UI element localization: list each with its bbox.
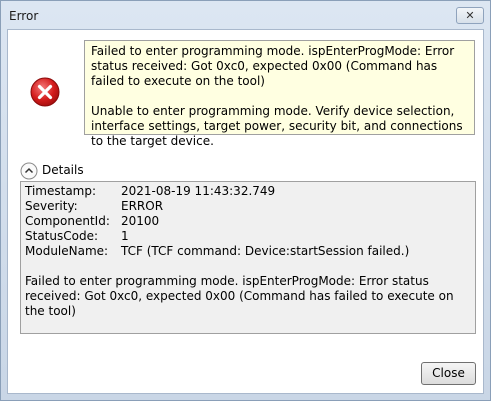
chevron-up-icon[interactable] xyxy=(20,162,38,180)
detail-message: Failed to enter programming mode. ispEnt… xyxy=(25,274,454,318)
title-bar: Error ✕ xyxy=(1,1,490,31)
detail-row-severity: Severity: ERROR xyxy=(25,199,471,214)
detail-key: Timestamp: xyxy=(25,184,97,198)
window-title: Error xyxy=(9,9,39,23)
close-button[interactable]: Close xyxy=(421,362,476,385)
detail-key: Severity: xyxy=(25,199,78,213)
detail-key: ModuleName: xyxy=(25,244,109,258)
error-message-box: Failed to enter programming mode. ispEnt… xyxy=(84,40,475,148)
detail-value: TCF (TCF command: Device:startSession fa… xyxy=(121,244,410,258)
detail-row-timestamp: Timestamp: 2021-08-19 11:43:32.749 xyxy=(25,184,471,199)
detail-value: ERROR xyxy=(121,199,164,213)
detail-row-statuscode: StatusCode: 1 xyxy=(25,229,471,244)
detail-row-componentid: ComponentId: 20100 xyxy=(25,214,471,229)
details-label[interactable]: Details xyxy=(42,163,84,177)
details-panel: Timestamp: 2021-08-19 11:43:32.749 Sever… xyxy=(20,181,476,334)
detail-value: 1 xyxy=(121,229,129,243)
detail-value: 20100 xyxy=(121,214,160,228)
error-icon xyxy=(30,77,60,107)
dialog-content: Failed to enter programming mode. ispEnt… xyxy=(7,29,484,394)
detail-row-modulename: ModuleName: TCF (TCF command: Device:sta… xyxy=(25,244,471,259)
close-icon: ✕ xyxy=(465,9,475,22)
error-dialog: Error ✕ Failed to enter programming mode… xyxy=(0,0,491,401)
detail-key: ComponentId: xyxy=(25,214,110,228)
detail-key: StatusCode: xyxy=(25,229,99,243)
error-message-primary: Failed to enter programming mode. ispEnt… xyxy=(91,44,455,88)
error-message-secondary: Unable to enter programming mode. Verify… xyxy=(91,104,463,148)
detail-value: 2021-08-19 11:43:32.749 xyxy=(121,184,276,198)
window-close-button[interactable]: ✕ xyxy=(456,7,484,24)
